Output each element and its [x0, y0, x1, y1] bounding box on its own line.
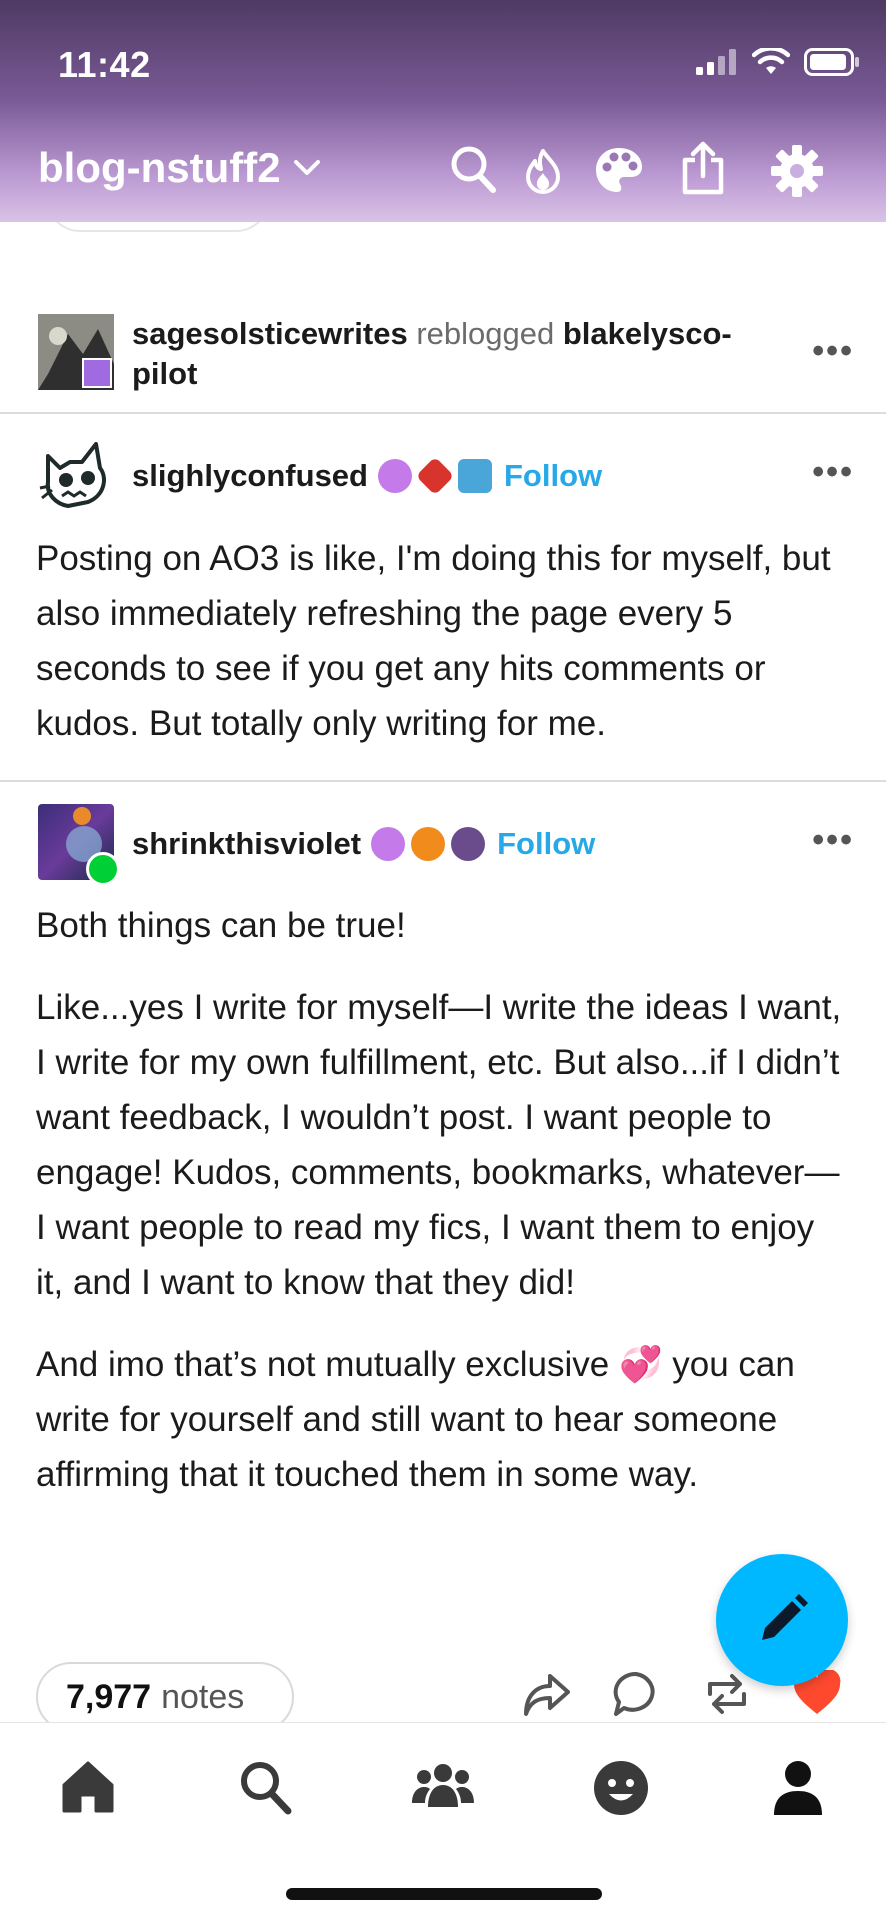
divider	[0, 412, 886, 414]
reply-icon[interactable]	[612, 1670, 660, 1718]
search-icon[interactable]	[238, 1759, 292, 1815]
reblogged-verb: reblogged	[416, 316, 555, 351]
chevron-down-icon	[293, 160, 320, 175]
blog-switcher[interactable]: blog-nstuff2	[38, 144, 321, 192]
post2-body: Both things can be true! Like...yes I wr…	[36, 898, 846, 1502]
cat-skull-avatar-icon	[39, 442, 106, 508]
post2-paragraph: Both things can be true!	[36, 906, 406, 945]
post2-username[interactable]: shrinkthisviolet	[132, 826, 361, 862]
community-icon[interactable]	[410, 1759, 476, 1815]
battery-icon	[804, 48, 859, 76]
paw-badge-icon	[377, 459, 412, 493]
paw-badge-icon	[411, 827, 446, 861]
home-icon[interactable]	[60, 1759, 116, 1815]
gear-icon[interactable]	[770, 144, 824, 198]
compose-button[interactable]	[716, 1554, 848, 1686]
notes-count: 7,977	[66, 1677, 152, 1716]
activity-icon[interactable]	[592, 1759, 650, 1817]
d20-badge-icon	[415, 456, 455, 496]
reblog-icon[interactable]	[702, 1670, 752, 1718]
notes-label: notes	[161, 1677, 245, 1716]
reblogger-username[interactable]: sagesolsticewrites	[132, 316, 408, 351]
paw-badge-icon	[451, 827, 486, 861]
post1-menu-button[interactable]: •••	[812, 453, 854, 492]
search-icon[interactable]	[450, 145, 496, 193]
account-icon[interactable]	[772, 1759, 824, 1817]
post2-header: shrinkthisviolet Follow	[132, 820, 595, 868]
share-icon[interactable]	[522, 1670, 572, 1718]
post1-body: Posting on AO3 is like, I'm doing this f…	[36, 531, 846, 751]
bird-badge-icon	[457, 459, 492, 493]
post-menu-button[interactable]: •••	[812, 332, 854, 371]
post2-menu-button[interactable]: •••	[812, 821, 854, 860]
status-time: 11:42	[58, 44, 151, 85]
post1-text: Posting on AO3 is like, I'm doing this f…	[36, 539, 831, 743]
pencil-icon	[762, 1594, 808, 1640]
paw-badge-icon	[371, 827, 406, 861]
reblog-badge-icon	[86, 852, 120, 886]
status-icons	[696, 48, 860, 76]
post2-paragraph: And imo that’s not mutually exclusive 💞 …	[36, 1345, 795, 1494]
blog-name: blog-nstuff2	[38, 144, 281, 191]
signal-icon	[696, 49, 736, 75]
divider	[0, 780, 886, 782]
post2-follow-button[interactable]: Follow	[497, 826, 595, 862]
home-indicator	[286, 1888, 602, 1900]
post2-avatar[interactable]	[38, 804, 120, 886]
reblog-attribution: sagesolsticewrites reblogged blakelysco-…	[132, 314, 772, 394]
reblogger-avatar[interactable]	[38, 314, 114, 390]
post2-paragraph: Like...yes I write for myself—I write th…	[36, 988, 842, 1302]
avatar-badge	[82, 358, 112, 388]
post1-avatar[interactable]	[38, 438, 114, 514]
flame-icon[interactable]	[523, 148, 563, 194]
app-header: 11:42 blog-nstuff2	[0, 0, 886, 222]
share-icon[interactable]	[680, 140, 726, 196]
post1-username[interactable]: slighlyconfused	[132, 458, 368, 494]
wifi-icon	[752, 48, 790, 74]
palette-icon[interactable]	[594, 146, 644, 194]
post1-follow-button[interactable]: Follow	[504, 458, 602, 494]
post1-header: slighlyconfused Follow	[132, 452, 602, 500]
